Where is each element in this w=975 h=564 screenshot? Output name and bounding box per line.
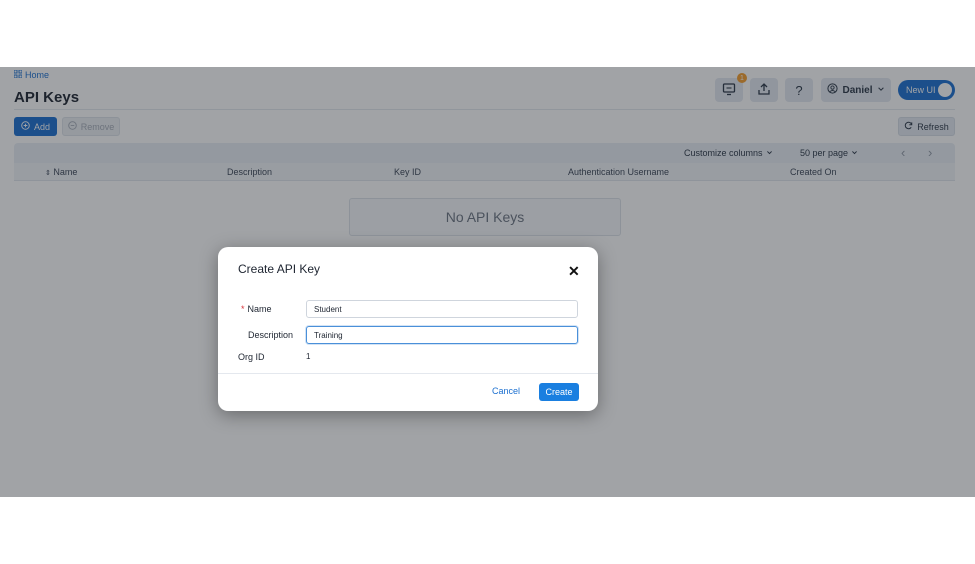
- org-id-label: Org ID: [238, 352, 265, 362]
- description-field-label: Description: [248, 330, 294, 340]
- create-button[interactable]: Create: [539, 383, 579, 401]
- modal-title: Create API Key: [238, 262, 321, 276]
- close-icon[interactable]: ✕: [568, 263, 580, 280]
- modal-footer-divider: [218, 373, 598, 374]
- org-id-value: 1: [306, 352, 311, 361]
- required-marker: *: [241, 304, 245, 314]
- cancel-button[interactable]: Cancel: [492, 386, 520, 396]
- name-field-label: * Name: [241, 304, 272, 314]
- description-input[interactable]: [306, 326, 578, 344]
- create-api-key-dialog: Create API Key ✕ *Name Description Org I…: [218, 247, 598, 411]
- name-input[interactable]: [306, 300, 578, 318]
- app-root: Home API Keys 1 ? Daniel New UI Add Remo…: [0, 67, 975, 497]
